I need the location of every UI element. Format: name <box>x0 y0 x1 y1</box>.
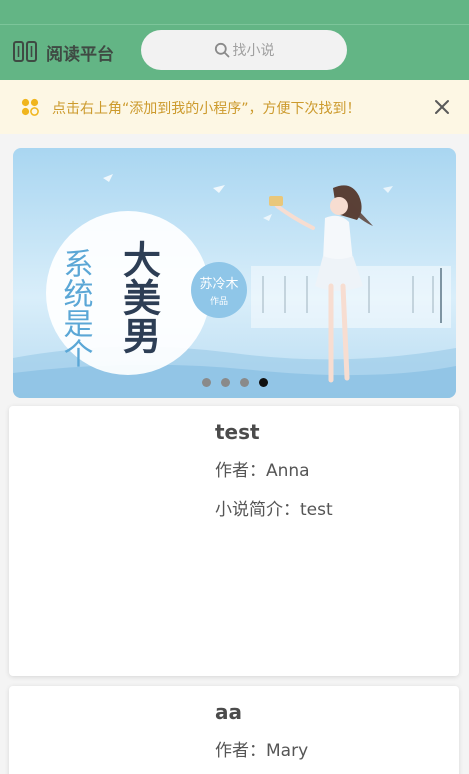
book-card[interactable]: aa 作者：Mary <box>9 686 459 774</box>
book-logo-icon <box>13 41 37 62</box>
author-label: 作者： <box>215 741 266 761</box>
book-intro: 小说简介：test <box>215 495 333 520</box>
search-placeholder: 找小说 <box>232 43 275 59</box>
slide-author-badge-sub: 作品 <box>210 295 228 307</box>
banner-text: 点击右上角“添加到我的小程序”，方便下次找到！ <box>52 101 361 117</box>
carousel-dot[interactable] <box>220 378 230 387</box>
author-label: 作者： <box>215 461 266 481</box>
book-author: 作者：Anna <box>215 456 310 481</box>
intro-label: 小说简介： <box>215 500 300 520</box>
carousel-slide-image: 系统是个 大美男 苏冷木 作品 <box>13 148 456 398</box>
author-value: Anna <box>266 461 310 481</box>
carousel-dot[interactable] <box>239 378 249 387</box>
app-header: 阅读平台 找小说 <box>0 25 469 80</box>
brand[interactable]: 阅读平台 <box>12 39 114 65</box>
app-title: 阅读平台 <box>46 44 114 65</box>
close-icon[interactable] <box>432 97 452 117</box>
search-box[interactable]: 找小说 <box>141 30 347 70</box>
book-title: test <box>215 420 260 444</box>
intro-value: test <box>300 500 333 520</box>
book-author: 作者：Mary <box>215 736 308 761</box>
carousel[interactable]: 系统是个 大美男 苏冷木 作品 <box>13 148 456 398</box>
carousel-dot-active[interactable] <box>258 378 268 387</box>
search-icon <box>214 42 229 58</box>
book-title: aa <box>215 700 242 724</box>
slide-main-title: 大美男 <box>117 240 162 354</box>
status-bar <box>0 0 469 25</box>
book-card[interactable]: test 作者：Anna 小说简介：test <box>9 406 459 676</box>
slide-side-title: 系统是个 <box>58 248 94 368</box>
author-value: Mary <box>266 741 309 761</box>
add-to-miniprogram-banner: 点击右上角“添加到我的小程序”，方便下次找到！ <box>0 80 469 134</box>
carousel-dot[interactable] <box>201 378 211 387</box>
miniprogram-icon <box>21 98 39 116</box>
carousel-dots <box>13 378 456 387</box>
slide-author-badge: 苏冷木 <box>199 276 238 292</box>
